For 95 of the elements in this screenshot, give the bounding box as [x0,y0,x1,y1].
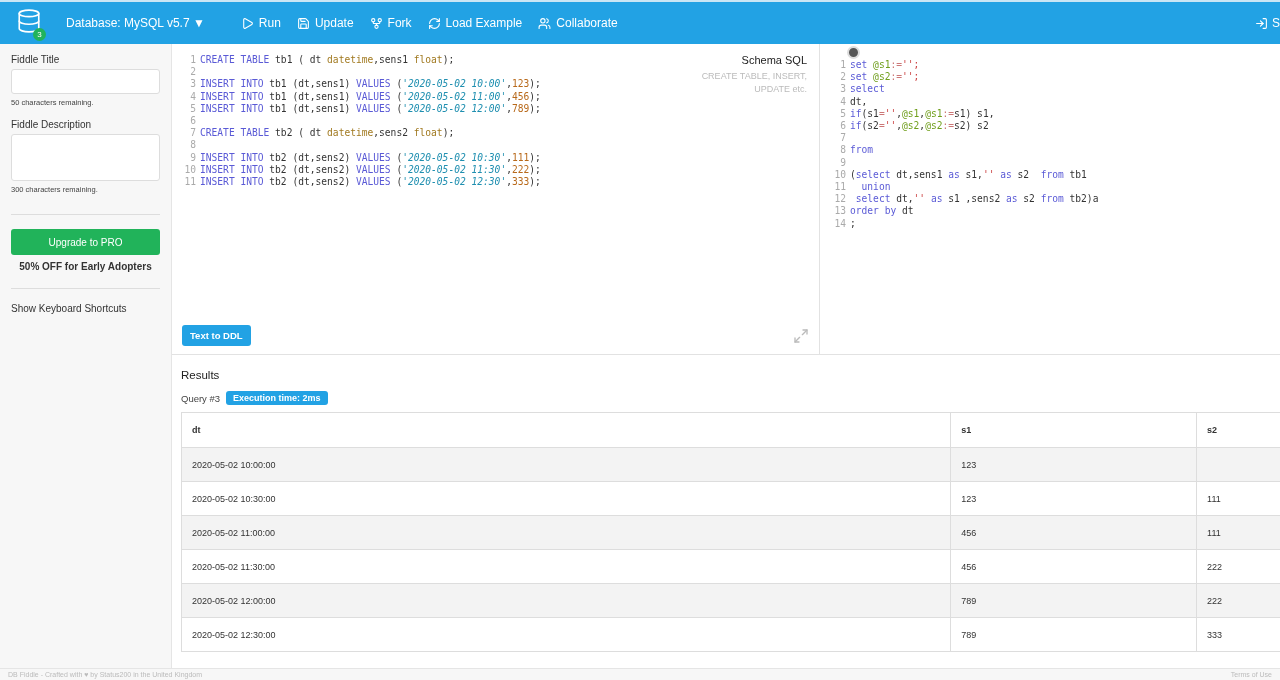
line-number: 6 [189,115,197,128]
field-label: Fiddle Description [11,119,93,130]
database-icon[interactable] [16,8,42,34]
line-number: 5 [189,102,197,115]
table-cell: 789 [950,617,1197,652]
code-line: INSERT INTO tb2 (dt,sens2) VALUES ('2020-05-02 10:30',111); [200,151,541,164]
table-cell: 123 [950,481,1197,516]
pane-subtitle: CREATE TABLE, INSERT, UPDATE etc. [700,70,807,96]
save-icon [296,16,310,30]
update-button[interactable]: Update [290,12,360,34]
line-number: 13 [833,205,847,218]
table-cell: 2020-05-02 10:30:00 [181,481,951,516]
line-number: 7 [839,132,847,145]
table-cell: 111 [1196,515,1280,550]
code-line: from [850,144,874,157]
collaborate-button[interactable]: Collaborate [532,12,624,34]
line-number: 11 [833,181,847,194]
table-cell: 2020-05-02 11:00:00 [181,515,951,550]
sign-in-icon [1255,16,1268,30]
line-number: 11 [183,176,197,189]
line-number: 8 [839,144,847,157]
count-badge: 3 [33,28,46,41]
refresh-icon [427,16,441,30]
upgrade-button[interactable]: Upgrade to PRO [11,229,160,255]
load-button[interactable]: Load Example [421,12,529,34]
code-line: if(s2='',@s2,@s2:=s2) s2 [850,120,989,133]
users-icon [538,16,552,30]
code-line: INSERT INTO tb2 (dt,sens2) VALUES ('2020-05-02 11:30',222); [200,163,541,177]
line-number: 3 [189,78,197,91]
code-line: INSERT INTO tb2 (dt,sens2) VALUES ('2020-05-02 12:30',333); [200,176,541,189]
column-header: s2 [1196,412,1280,448]
table-cell: 2020-05-02 10:00:00 [181,447,951,482]
line-number: 10 [183,163,197,177]
expand-icon[interactable] [793,327,809,344]
code-line: union [860,181,891,194]
execution-badge: Execution time: 2ms [226,391,328,405]
code-line: select dt,'' as s1 ,sens2 as s2 from tb2)a [854,193,1099,206]
line-number: 1 [189,54,197,67]
line-number: 12 [833,193,847,206]
line-number: 9 [189,151,197,164]
line-number: 7 [189,127,197,140]
code-line: order by dt [850,205,914,218]
table-cell: 789 [950,583,1197,618]
table-cell: 111 [1196,481,1280,516]
results-title: Results [181,369,221,381]
line-number: 4 [189,90,197,103]
run-button[interactable]: Run [234,12,287,34]
column-header: dt [181,412,951,448]
code-line: (select dt,sens1 as s1,'' as s2 from tb1 [850,168,1087,182]
code-line: INSERT INTO tb1 (dt,sens1) VALUES ('2020-05-02 11:00',456); [200,90,541,103]
code-line: CREATE TABLE tb2 ( dt datetime,sens2 float); [200,127,455,140]
table-cell: 2020-05-02 12:30:00 [181,617,951,652]
query-label: Query #3 [181,392,221,404]
fork-icon [369,16,383,30]
line-number: 9 [839,156,847,169]
fork-button[interactable]: Fork [363,12,418,34]
description-field[interactable] [11,134,160,181]
table-cell: 123 [950,447,1197,482]
sign-in-button[interactable]: S [1255,12,1280,34]
title-field[interactable] [11,69,160,94]
offer-text: 50% OFF for Early Adopters [18,261,153,272]
avatar-icon [847,46,860,59]
line-number: 10 [833,168,847,182]
field-label: Fiddle Title [11,54,61,65]
line-number: 8 [189,139,197,152]
line-number: 1 [839,59,847,72]
table-cell: 2020-05-02 11:30:00 [181,549,951,584]
code-line: CREATE TABLE tb1 ( dt datetime,sens1 float); [200,54,455,67]
column-header: s1 [950,412,1197,448]
line-number: 2 [839,71,847,84]
line-number: 2 [189,66,197,79]
line-number: 3 [839,83,847,96]
code-line: select [850,83,885,96]
table-cell: 2020-05-02 12:00:00 [181,583,951,618]
pane-title: Schema SQL [741,54,807,66]
table-cell: 333 [1196,617,1280,652]
code-line: if(s1='',@s1,@s1:=s1) s1, [850,107,995,120]
code-line: INSERT INTO tb1 (dt,sens1) VALUES ('2020-05-02 12:00',789); [200,102,541,115]
code-line: set @s1:=''; [850,59,920,72]
text-to-ddl-button[interactable]: Text to DDL [182,325,251,346]
shortcuts-link[interactable]: Show Keyboard Shortcuts [11,303,160,314]
line-number: 4 [839,95,847,108]
code-line: ; [850,217,856,230]
play-icon [240,16,254,30]
table-cell: 222 [1196,549,1280,584]
table-cell: 456 [950,515,1197,550]
database-dropdown[interactable]: Database: MySQL v5.7 ▼ [62,12,209,34]
line-number: 5 [839,107,847,120]
code-line: set @s2:=''; [850,71,920,84]
table-cell: 456 [950,549,1197,584]
code-line: INSERT INTO tb1 (dt,sens1) VALUES ('2020-05-02 10:00',123); [200,78,541,91]
line-number: 14 [833,217,847,230]
table-cell: 222 [1196,583,1280,618]
line-number: 6 [839,120,847,133]
code-line: dt, [850,95,868,108]
